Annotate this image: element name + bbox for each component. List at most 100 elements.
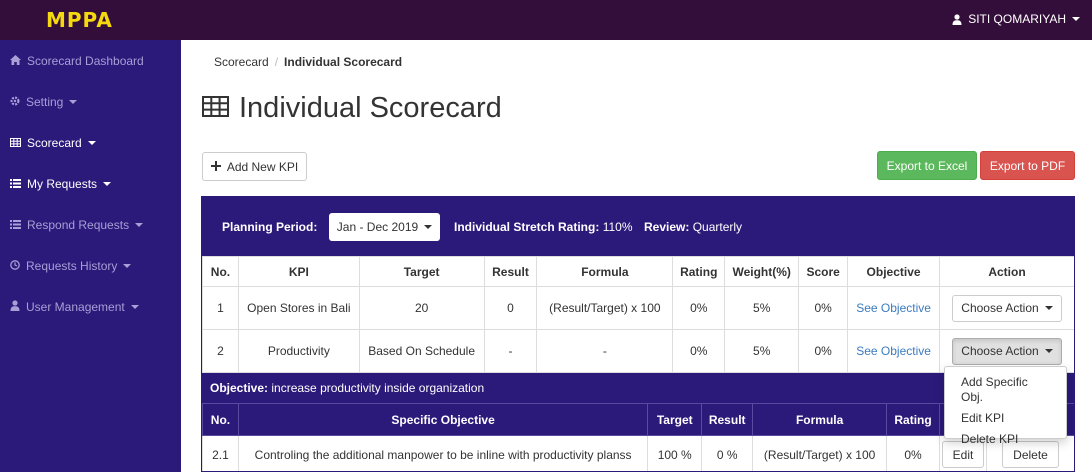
column-header: No. (202, 256, 239, 287)
user-icon (952, 13, 962, 25)
cell-result: 0 (483, 286, 538, 330)
sidebar: Scorecard Dashboard Setting Scorecard My… (0, 40, 181, 472)
planning-period-label: Planning Period: (222, 220, 318, 234)
brand-logo[interactable]: MPPA (46, 8, 113, 32)
export-pdf-button[interactable]: Export to PDF (980, 151, 1075, 180)
stretch-rating-label: Individual Stretch Rating: (454, 220, 600, 234)
review: Review: Quarterly (644, 220, 742, 234)
breadcrumb: Scorecard / Individual Scorecard (214, 55, 402, 69)
kpi-table: No. KPI Target Result Formula Rating Wei… (202, 256, 1074, 373)
cell-no: 1 (202, 286, 239, 330)
plus-icon (210, 160, 221, 174)
chevron-down-icon (424, 225, 433, 229)
cell-result: - (483, 329, 538, 373)
cell-objective: See Objective (847, 286, 940, 330)
column-header: Objective (847, 256, 940, 287)
cell-formula: (Result/Target) x 100 (536, 286, 674, 330)
column-header: Target (358, 256, 485, 287)
see-objective-link[interactable]: See Objective (856, 344, 931, 358)
chevron-down-icon (87, 141, 96, 145)
sidebar-item-setting[interactable]: Setting (10, 95, 78, 109)
breadcrumb-current: Individual Scorecard (284, 55, 403, 69)
add-new-kpi-button[interactable]: Add New KPI (202, 152, 307, 181)
column-header: Result (483, 256, 538, 287)
chevron-down-icon (69, 100, 78, 104)
breadcrumb-link-scorecard[interactable]: Scorecard (214, 55, 269, 69)
cell-result: 0 % (701, 435, 754, 471)
cell-no: 2.1 (202, 435, 239, 471)
chevron-down-icon (130, 305, 139, 309)
choose-action-label: Choose Action (961, 344, 1039, 358)
sidebar-item-respond-requests[interactable]: Respond Requests (10, 218, 144, 232)
user-name: SITI QOMARIYAH (968, 12, 1066, 26)
cell-target: 100 % (647, 435, 703, 471)
gear-icon (10, 95, 20, 109)
menu-item-add-specific-obj[interactable]: Add Specific Obj. (945, 372, 1066, 408)
menu-item-edit-kpi[interactable]: Edit KPI (945, 408, 1066, 429)
user-menu[interactable]: SITI QOMARIYAH (952, 12, 1080, 26)
choose-action-button[interactable]: Choose Action (952, 294, 1062, 322)
sidebar-item-requests-history[interactable]: Requests History (10, 259, 132, 273)
column-header: Result (701, 403, 754, 436)
cell-rating: 0% (886, 435, 941, 471)
sidebar-item-label: User Management (26, 300, 125, 314)
choose-action-label: Choose Action (961, 301, 1039, 315)
cell-kpi: Open Stores in Bali (237, 286, 360, 330)
planning-period-dropdown[interactable]: Jan - Dec 2019 (329, 213, 440, 241)
column-header: No. (202, 403, 239, 436)
cell-weight: 5% (724, 286, 800, 330)
home-icon (10, 54, 21, 68)
cell-rating: 0% (672, 286, 726, 330)
review-label: Review: (644, 220, 690, 234)
sidebar-item-label: Requests History (26, 259, 118, 273)
menu-item-delete-kpi[interactable]: Delete KPI (945, 429, 1066, 450)
choose-action-button[interactable]: Choose Action (952, 337, 1062, 365)
column-header: Target (647, 403, 703, 436)
stretch-rating-value: 110% (602, 220, 633, 234)
table-icon (10, 136, 21, 150)
cell-action: Choose Action (939, 286, 1074, 330)
table-row: 2 Productivity Based On Schedule - - 0% … (202, 329, 1074, 373)
chevron-down-icon (1044, 349, 1053, 353)
sidebar-item-label: Setting (26, 95, 64, 109)
page-title-text: Individual Scorecard (239, 92, 502, 124)
cell-objective: See Objective (847, 329, 940, 373)
chevron-down-icon (135, 223, 144, 227)
sidebar-item-label: Scorecard Dashboard (27, 54, 144, 68)
cell-no: 2 (202, 329, 239, 373)
page-title: Individual Scorecard (202, 92, 502, 125)
sidebar-item-my-requests[interactable]: My Requests (10, 177, 112, 191)
cell-rating: 0% (672, 329, 726, 373)
chevron-down-icon (103, 182, 112, 186)
cell-score: 0% (798, 329, 849, 373)
see-objective-link[interactable]: See Objective (856, 301, 931, 315)
choose-action-menu: Add Specific Obj. Edit KPI Delete KPI (944, 366, 1067, 446)
chevron-down-icon (123, 264, 132, 268)
sidebar-item-user-management[interactable]: User Management (10, 300, 139, 314)
cell-specific-objective: Controling the additional manpower to be… (237, 435, 649, 471)
sidebar-item-scorecard-dashboard[interactable]: Scorecard Dashboard (10, 54, 144, 68)
review-value: Quarterly (692, 220, 743, 234)
top-navbar: MPPA SITI QOMARIYAH (0, 0, 1092, 40)
add-new-kpi-label: Add New KPI (226, 159, 299, 174)
cell-target: 20 (358, 286, 485, 330)
list-icon (10, 218, 21, 232)
table-row: 2.1 Controling the additional manpower t… (202, 435, 1074, 471)
column-header: Formula (536, 256, 674, 287)
column-header: KPI (237, 256, 360, 287)
column-header: Specific Objective (237, 403, 649, 436)
column-header: Action (939, 256, 1074, 287)
list-icon (10, 177, 21, 191)
column-header: Score (798, 256, 849, 287)
sidebar-item-label: My Requests (27, 177, 98, 191)
cell-formula: (Result/Target) x 100 (752, 435, 888, 471)
column-header: Formula (752, 403, 888, 436)
planning-period-value: Jan - Dec 2019 (336, 220, 419, 234)
sidebar-item-scorecard[interactable]: Scorecard (10, 136, 96, 150)
table-row: 1 Open Stores in Bali 20 0 (Result/Targe… (202, 286, 1074, 330)
export-excel-button[interactable]: Export to Excel (877, 151, 977, 180)
cell-kpi: Productivity (237, 329, 360, 373)
cell-formula: - (536, 329, 674, 373)
stretch-rating: Individual Stretch Rating: 110% (454, 220, 633, 234)
column-header: Weight(%) (724, 256, 800, 287)
